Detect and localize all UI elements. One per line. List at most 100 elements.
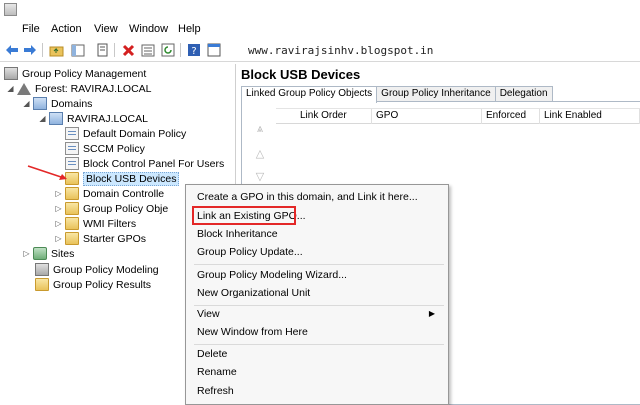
delete-icon[interactable] bbox=[120, 42, 136, 58]
export-list-icon[interactable] bbox=[140, 42, 156, 58]
menu-item-new-window[interactable]: New Window from Here bbox=[197, 324, 308, 340]
tree-item-wmi-filters[interactable]: ▷ WMI Filters bbox=[54, 216, 136, 231]
column-link-enabled[interactable]: Link Enabled bbox=[540, 109, 640, 124]
menu-window[interactable]: Window bbox=[129, 23, 168, 35]
column-enforced[interactable]: Enforced bbox=[482, 109, 540, 124]
collapse-icon[interactable]: ◢ bbox=[22, 99, 31, 108]
tree-label: Domains bbox=[51, 97, 93, 110]
up-folder-icon[interactable] bbox=[48, 42, 64, 58]
tab-delegation[interactable]: Delegation bbox=[494, 86, 553, 102]
tab-gp-inheritance[interactable]: Group Policy Inheritance bbox=[376, 86, 496, 102]
tree-item-block-control-panel[interactable]: Block Control Panel For Users bbox=[65, 156, 224, 171]
linked-gpo-table-header: Link Order GPO Enforced Link Enabled bbox=[276, 108, 640, 124]
svg-text:?: ? bbox=[191, 46, 196, 57]
tree-item-domain-controllers[interactable]: ▷ Domain Controlle bbox=[54, 186, 164, 201]
menu-file[interactable]: File bbox=[22, 23, 40, 35]
gpo-link-icon bbox=[65, 142, 79, 155]
menu-separator bbox=[194, 344, 444, 345]
toolbar-separator bbox=[180, 43, 181, 57]
tree-item-block-usb-devices[interactable]: Block USB Devices bbox=[65, 171, 180, 186]
tree-item-domains[interactable]: ◢ Domains bbox=[22, 96, 92, 111]
refresh-icon[interactable] bbox=[160, 42, 176, 58]
expand-icon[interactable]: ▷ bbox=[22, 249, 31, 258]
tree-item-domain[interactable]: ◢ RAVIRAJ.LOCAL bbox=[38, 111, 148, 126]
tree-label: Domain Controlle bbox=[83, 187, 165, 200]
sites-icon bbox=[33, 247, 47, 260]
folder-icon bbox=[65, 232, 79, 245]
tree-item-gpm[interactable]: Group Policy Management bbox=[4, 66, 146, 81]
forest-icon bbox=[17, 82, 31, 95]
menu-item-refresh[interactable]: Refresh bbox=[197, 383, 234, 399]
toolbar-separator bbox=[114, 43, 115, 57]
app-icon bbox=[4, 3, 17, 16]
expand-icon[interactable]: ▷ bbox=[54, 219, 63, 228]
console-icon[interactable] bbox=[206, 42, 222, 58]
menubar: File Action View Window Help bbox=[0, 20, 640, 38]
column-gpo[interactable]: GPO bbox=[372, 109, 482, 124]
back-icon[interactable] bbox=[4, 42, 20, 58]
folder-icon bbox=[65, 217, 79, 230]
menu-item-block-inheritance[interactable]: Block Inheritance bbox=[197, 226, 278, 242]
expand-icon[interactable]: ▷ bbox=[54, 204, 63, 213]
tree-label: Group Policy Results bbox=[53, 278, 152, 291]
menu-action[interactable]: Action bbox=[51, 23, 82, 35]
tree-label: Block Control Panel For Users bbox=[83, 157, 225, 170]
forward-icon[interactable] bbox=[22, 42, 38, 58]
highlight-box bbox=[192, 206, 296, 225]
tree-item-default-domain-policy[interactable]: Default Domain Policy bbox=[65, 126, 186, 141]
menu-item-create-gpo[interactable]: Create a GPO in this domain, and Link it… bbox=[197, 189, 418, 205]
menu-item-rename[interactable]: Rename bbox=[197, 364, 237, 380]
context-menu: Create a GPO in this domain, and Link it… bbox=[185, 184, 449, 405]
toolbar-separator bbox=[42, 43, 43, 57]
column-link-order[interactable]: Link Order bbox=[276, 109, 372, 124]
tree-item-sccm-policy[interactable]: SCCM Policy bbox=[65, 141, 145, 156]
tree-item-gp-results[interactable]: Group Policy Results bbox=[35, 277, 151, 292]
modeling-icon bbox=[35, 263, 49, 276]
menu-item-view-label: View bbox=[197, 308, 220, 320]
show-hide-tree-icon[interactable] bbox=[70, 42, 86, 58]
move-down-icon[interactable]: ▽ bbox=[253, 172, 267, 183]
tree-label: Group Policy Obje bbox=[83, 202, 169, 215]
tree-label: Default Domain Policy bbox=[83, 127, 187, 140]
domain-icon bbox=[49, 112, 63, 125]
folder-icon bbox=[65, 202, 79, 215]
tree-item-forest[interactable]: ◢ Forest: RAVIRAJ.LOCAL bbox=[6, 81, 152, 96]
menu-help[interactable]: Help bbox=[178, 23, 201, 35]
tree-label: Block USB Devices bbox=[83, 171, 180, 186]
tree-label: WMI Filters bbox=[83, 217, 137, 230]
menu-item-gp-update[interactable]: Group Policy Update... bbox=[197, 244, 303, 260]
menu-item-view[interactable]: View ▶ bbox=[197, 306, 443, 322]
tree-item-gp-modeling[interactable]: Group Policy Modeling bbox=[35, 262, 159, 277]
submenu-arrow-icon: ▶ bbox=[428, 309, 435, 318]
help-icon[interactable]: ? bbox=[186, 42, 202, 58]
menu-item-modeling-wizard[interactable]: Group Policy Modeling Wizard... bbox=[197, 267, 347, 283]
menu-view[interactable]: View bbox=[94, 23, 118, 35]
domains-icon bbox=[33, 97, 47, 110]
move-up-icon[interactable]: △ bbox=[253, 149, 267, 160]
tree-item-starter-gpos[interactable]: ▷ Starter GPOs bbox=[54, 231, 146, 246]
window-titlebar bbox=[0, 0, 640, 20]
menu-separator bbox=[194, 264, 444, 265]
menu-item-delete[interactable]: Delete bbox=[197, 346, 227, 362]
expand-icon[interactable]: ▷ bbox=[54, 234, 63, 243]
annotation-arrow bbox=[27, 165, 67, 180]
tab-strip: Linked Group Policy Objects Group Policy… bbox=[241, 86, 553, 103]
tree-label: RAVIRAJ.LOCAL bbox=[67, 112, 148, 125]
toolbar: ? www.ravirajsinhv.blogspot.in bbox=[0, 38, 640, 62]
tree-item-group-policy-objects[interactable]: ▷ Group Policy Obje bbox=[54, 201, 168, 216]
tree-label: Group Policy Management bbox=[22, 67, 147, 80]
expand-icon[interactable]: ▷ bbox=[54, 189, 63, 198]
gpo-link-icon bbox=[65, 127, 79, 140]
tree-label: Group Policy Modeling bbox=[53, 263, 159, 276]
menu-item-new-ou[interactable]: New Organizational Unit bbox=[197, 285, 310, 301]
ou-folder-icon bbox=[65, 187, 79, 200]
collapse-icon[interactable]: ◢ bbox=[6, 84, 15, 93]
collapse-icon[interactable]: ◢ bbox=[38, 114, 47, 123]
properties-icon[interactable] bbox=[94, 42, 110, 58]
move-to-top-icon[interactable]: ⩓ bbox=[253, 124, 267, 135]
tree-label: Starter GPOs bbox=[83, 232, 147, 245]
page-title: Block USB Devices bbox=[241, 67, 361, 82]
tree-item-sites[interactable]: ▷ Sites bbox=[22, 246, 74, 261]
gpm-icon bbox=[4, 67, 18, 80]
tab-linked-gpos[interactable]: Linked Group Policy Objects bbox=[241, 86, 378, 103]
